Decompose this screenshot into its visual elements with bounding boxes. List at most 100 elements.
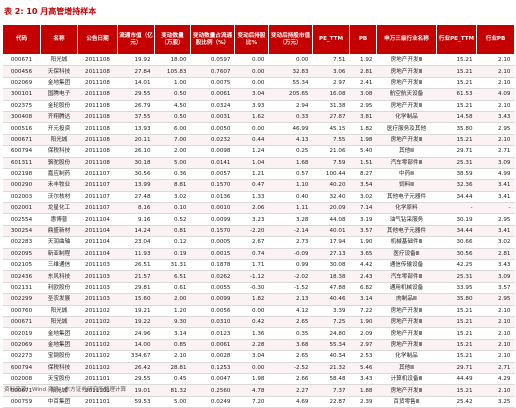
table-cell: 0.0050 [190, 122, 235, 135]
table-cell: 2.97 [312, 77, 350, 90]
table-cell: 2011107 [77, 168, 118, 181]
table-cell: 15.21 [436, 134, 477, 147]
table-cell: 龙星化工 [40, 202, 78, 215]
table-cell: 000671 [2, 316, 41, 329]
table-cell: 阳光城 [40, 134, 78, 147]
table-cell: 002375 [2, 100, 41, 112]
report-page: 表 2: 10 月高管增持样本 代码 名称 公告日期 流通市值（亿元） 变动数量（万股）… [0, 0, 516, 408]
table-cell: 0.99 [268, 259, 313, 272]
table-row: 002003 沃尔核材 2011107 27.48 3.02 0.0136 1.33 0.40… [2, 191, 515, 204]
table-cell: 房地产开发Ⅲ [376, 327, 437, 340]
table-cell: 2.10 [476, 65, 515, 78]
table-cell: 医疗服务及其他 [376, 122, 437, 135]
table-cell: 30.56 [117, 168, 155, 181]
table-cell: 通用机械设备 [376, 282, 437, 295]
table-cell: 1.10 [268, 179, 313, 192]
table-cell: 金地集团 [40, 327, 78, 340]
table-cell: 0.0136 [190, 191, 235, 204]
table-cell: 0.2560 [190, 384, 235, 397]
table-cell: 20.11 [117, 134, 155, 147]
table-cell: 31.38 [312, 100, 350, 112]
table-cell: 其他Ⅲ [376, 362, 437, 374]
table-cell: 40.20 [312, 179, 350, 192]
table-cell: 15.21 [436, 77, 477, 90]
table-cell: 11.93 [117, 248, 155, 261]
table-cell: 0.19 [154, 248, 191, 261]
table-cell: 16.08 [312, 88, 350, 101]
table-cell: 4.12 [268, 305, 313, 318]
table-cell: 29.81 [117, 282, 155, 295]
table-cell: 房地产开发Ⅲ [376, 384, 437, 397]
table-cell: 2011108 [77, 100, 118, 112]
table-cell: 3.57 [349, 225, 377, 238]
table-cell: 002001 [2, 202, 41, 215]
table-cell: 国腾电子 [40, 88, 78, 101]
table-cell: 1.90 [349, 236, 377, 249]
table-cell: 2.95 [476, 293, 515, 306]
table-cell: 2.06 [234, 202, 269, 215]
table-cell: 金地集团 [40, 77, 78, 90]
table-cell: 1.21 [234, 168, 269, 181]
table-cell: 26.10 [117, 145, 155, 158]
table-cell: 7.51 [312, 54, 350, 67]
table-cell: 1.20 [154, 305, 191, 318]
table-cell: 5.00 [154, 396, 191, 408]
table-cell: 20.09 [312, 202, 350, 215]
table-cell: 1.90 [349, 316, 377, 329]
table-cell: -0.09 [268, 248, 313, 261]
source-note: 资料来源：Wind 资讯，东方证券研究所整理计算 [4, 387, 127, 393]
table-row: 000759 中百集团 2011101 59.53 5.00 0.0249 7.20 4.69… [2, 396, 515, 408]
table-cell: 42.25 [436, 259, 477, 272]
table-cell: 0.10 [154, 202, 191, 215]
table-row: 002105 三维通信 2011103 26.51 31.31 0.1878 1.71 0.9… [2, 259, 515, 272]
table-cell: - [436, 202, 477, 215]
table-cell: 三维通信 [40, 259, 78, 272]
table-cell: 55.34 [312, 339, 350, 352]
table-cell: 2011108 [77, 54, 118, 67]
table-cell: 2011107 [77, 179, 118, 192]
table-cell: 2.97 [349, 339, 377, 352]
table-row: 000290 禾丰牧业 2011107 13.99 8.81 0.1570 0.47 1.10… [2, 179, 515, 192]
table-cell: 计算机设备Ⅲ [376, 373, 437, 386]
table-cell: 0.0232 [190, 134, 235, 147]
table-cell: 13.99 [117, 179, 155, 192]
table-cell: 32.83 [268, 65, 313, 78]
table-cell: 0.0262 [190, 270, 235, 283]
table-cell: 3.41 [476, 191, 515, 204]
table-cell: 7.20 [234, 396, 269, 408]
table-cell: 30.18 [117, 157, 155, 169]
table-cell: 1.71 [234, 259, 269, 272]
table-cell: 3.09 [476, 270, 515, 283]
column-header: 名称 [40, 24, 78, 55]
table-cell: 4.50 [154, 100, 191, 112]
table-cell: 2.10 [476, 54, 515, 67]
table-cell: 8.16 [117, 202, 155, 215]
table-cell: 2011102 [77, 350, 118, 363]
table-cell: 9.16 [117, 213, 155, 226]
table-row: 000671 阳光城 2011102 19.22 9.30 0.0310 0.42 2.65 7… [2, 316, 515, 329]
table-cell: 15.21 [436, 384, 477, 397]
table-cell: 2.73 [268, 236, 313, 249]
table-cell: 金轮股份 [40, 100, 78, 112]
table-cell: 2011103 [77, 270, 118, 283]
table-cell: 0.85 [154, 339, 191, 352]
table-row: 002273 宝钢股份 2011102 334.67 2.10 0.0028 3.04 2.6… [2, 350, 515, 363]
table-cell: 25.31 [436, 270, 477, 283]
table-cell: 2011102 [77, 339, 118, 352]
column-header: 行业PE_TTM [436, 24, 477, 55]
table-cell: 0.7607 [190, 65, 235, 78]
table-cell: 21.06 [312, 145, 350, 158]
table-cell: 2.43 [349, 270, 377, 283]
table-cell: 0.44 [234, 134, 269, 147]
table-cell: 13.93 [117, 122, 155, 135]
table-cell: 55.34 [268, 77, 313, 90]
table-cell: 机械基础件Ⅲ [376, 236, 437, 249]
table-row: 002001 龙星化工 2011107 8.16 0.10 0.0010 2.06 1.11 2… [2, 202, 515, 215]
table-cell: 002069 [2, 77, 41, 90]
table-row: 002019 金地集团 2011102 24.96 3.14 0.0123 1.36 0.35… [2, 327, 515, 340]
table-cell: 2.10 [476, 350, 515, 363]
table-cell: 2.39 [349, 396, 377, 408]
table-cell: 3.09 [476, 157, 515, 169]
table-cell: 宝钢股份 [40, 350, 78, 363]
table-cell: -1.12 [234, 270, 269, 283]
